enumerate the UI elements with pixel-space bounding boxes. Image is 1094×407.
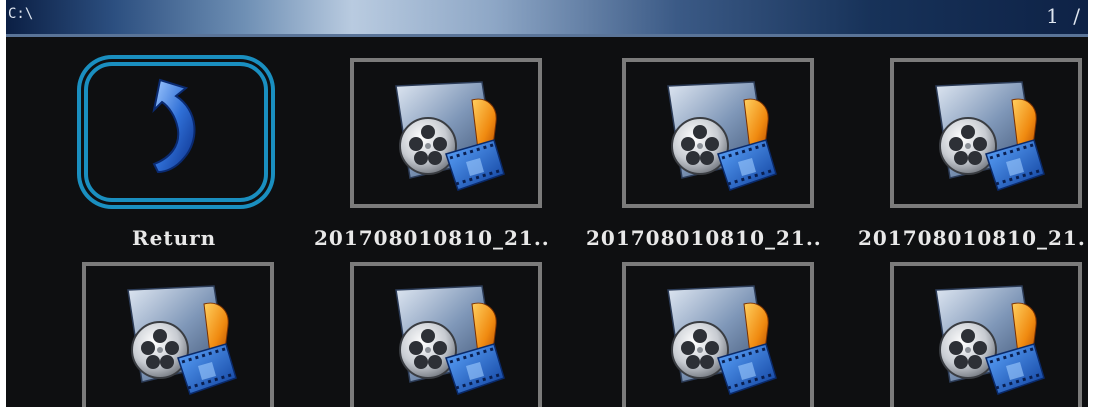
video-file-tile[interactable] — [890, 262, 1082, 407]
video-file-icon — [666, 80, 778, 192]
thumbnail-frame — [82, 262, 274, 407]
thumbnail-frame — [622, 262, 814, 407]
page-indicator: 1 / — [1046, 4, 1084, 28]
video-file-icon — [126, 284, 238, 396]
video-file-icon — [394, 284, 506, 396]
thumbnail-frame — [350, 58, 542, 208]
thumbnail-frame — [890, 262, 1082, 407]
video-file-tile[interactable]: 201708010810_21.. — [586, 58, 821, 250]
video-file-tile[interactable] — [82, 262, 274, 407]
video-file-icon — [934, 284, 1046, 396]
video-file-tile[interactable]: 201708010810_21. — [858, 58, 1085, 250]
file-browser-screen: C:\ 1 / Return 201708010810_21.. 2017080… — [6, 0, 1088, 407]
title-bar: C:\ 1 / — [6, 0, 1088, 37]
thumbnail-frame — [622, 58, 814, 208]
video-file-icon — [394, 80, 506, 192]
thumbnail-frame — [350, 262, 542, 407]
video-file-tile[interactable] — [622, 262, 814, 407]
current-path: C:\ — [8, 6, 34, 22]
return-tile[interactable]: Return — [74, 58, 268, 250]
video-file-tile[interactable] — [350, 262, 542, 407]
video-file-icon — [666, 284, 778, 396]
return-arrow-icon — [152, 78, 196, 174]
selection-frame — [84, 62, 268, 202]
video-file-tile[interactable]: 201708010810_21.. — [314, 58, 549, 250]
item-label: 201708010810_21.. — [586, 226, 822, 250]
item-label: 201708010810_21. — [858, 226, 1086, 250]
thumbnail-frame — [890, 58, 1082, 208]
item-label: 201708010810_21.. — [314, 226, 550, 250]
video-file-icon — [934, 80, 1046, 192]
